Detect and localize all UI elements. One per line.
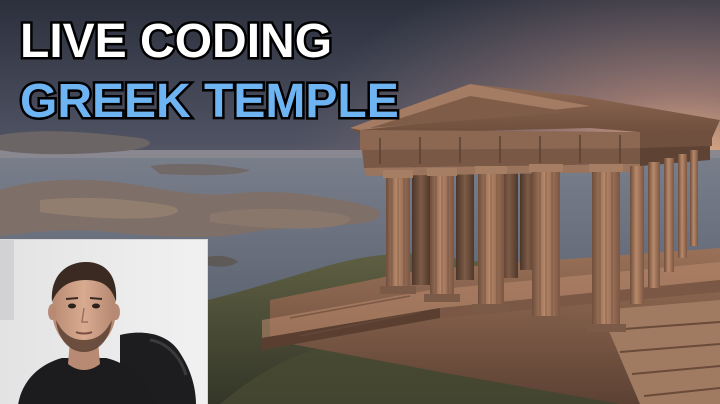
webcam-overlay — [0, 239, 208, 404]
video-thumbnail[interactable]: LIVE CODING GREEK TEMPLE — [0, 0, 720, 404]
presenter-photo — [0, 240, 207, 404]
title-line-greek-temple: GREEK TEMPLE — [18, 73, 402, 130]
title-line-live-coding: LIVE CODING — [17, 13, 334, 70]
